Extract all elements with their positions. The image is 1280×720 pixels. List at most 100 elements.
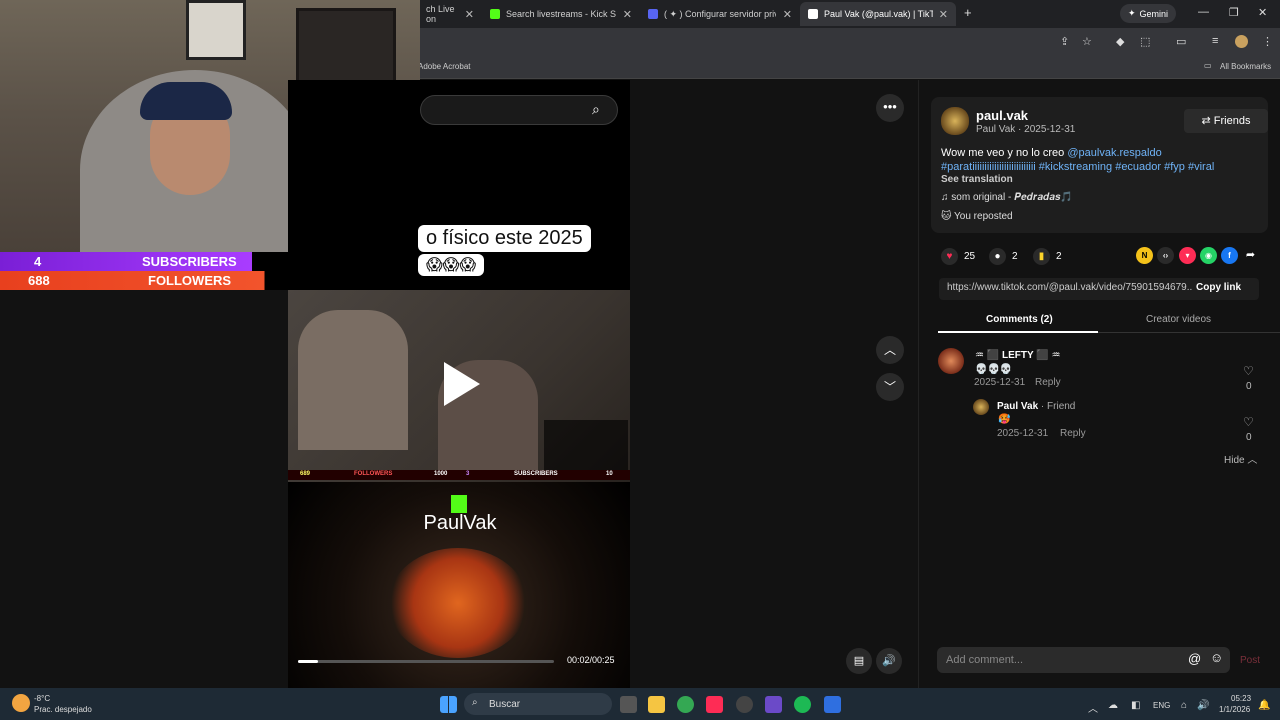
speaker-icon[interactable]: 🔊: [1197, 700, 1209, 711]
tab-creator-videos[interactable]: Creator videos: [1146, 314, 1211, 325]
file-explorer-icon[interactable]: [648, 696, 665, 713]
send-icon[interactable]: ▾: [1179, 247, 1196, 264]
clip-subs-count: 3: [466, 471, 470, 477]
volume-icon[interactable]: 🔊: [876, 648, 902, 674]
tab-tiktok-live[interactable]: ch Live on ✕: [418, 2, 482, 26]
network-icon[interactable]: ⌂: [1181, 700, 1187, 711]
weather-icon[interactable]: [12, 694, 30, 712]
author-avatar[interactable]: [941, 107, 969, 135]
clock-time[interactable]: 05:23: [1231, 694, 1251, 703]
chrome-icon[interactable]: [677, 696, 694, 713]
bookmark-adobe[interactable]: Adobe Acrobat: [418, 62, 470, 71]
task-view-icon[interactable]: [620, 696, 637, 713]
followers-count: 688: [28, 273, 50, 288]
cast-icon[interactable]: ▭: [1176, 35, 1186, 48]
reply-avatar[interactable]: [973, 399, 989, 415]
reply-button[interactable]: Reply: [1035, 377, 1061, 388]
install-app-icon[interactable]: ⇪: [1060, 35, 1069, 48]
tiktok-app-icon[interactable]: [706, 696, 723, 713]
close-icon[interactable]: ✕: [777, 8, 792, 21]
reading-list-icon[interactable]: ≡: [1212, 35, 1218, 47]
share-arrow-icon[interactable]: ➦: [1242, 247, 1259, 264]
search-input[interactable]: [420, 95, 618, 125]
bookmark-all[interactable]: All Bookmarks: [1220, 62, 1271, 71]
comment-input[interactable]: [946, 652, 1181, 668]
obs-icon[interactable]: [736, 696, 753, 713]
see-translation-link[interactable]: See translation: [941, 174, 1013, 185]
weather-text[interactable]: Prac. despejado: [34, 705, 92, 714]
tray-chevron-icon[interactable]: ︿: [1088, 700, 1098, 715]
mention-icon[interactable]: @: [1188, 651, 1201, 666]
subscribers-count: 4: [34, 254, 42, 269]
reply-like-count: 0: [1246, 432, 1252, 443]
prev-video-button[interactable]: ︿: [876, 336, 904, 364]
save-button[interactable]: ▮ 2: [1033, 248, 1062, 265]
notification-icon[interactable]: 🔔: [1258, 700, 1270, 711]
video-progress[interactable]: [298, 660, 554, 663]
emoji-icon[interactable]: ☺: [1210, 650, 1223, 665]
clip-subs-goal: 10: [606, 471, 613, 477]
spotify-icon[interactable]: [794, 696, 811, 713]
minimize-button[interactable]: —: [1198, 6, 1209, 18]
star-icon[interactable]: ☆: [1082, 35, 1092, 48]
reply-like-icon[interactable]: ♡: [1243, 415, 1254, 429]
wall-art: [186, 0, 246, 60]
video-time: 00:02/00:25: [567, 655, 615, 665]
comment-icon: ●: [989, 248, 1006, 265]
tab-comments[interactable]: Comments (2): [986, 314, 1053, 325]
puzzle-icon[interactable]: ⬚: [1140, 35, 1150, 48]
clock-date[interactable]: 1/1/2026: [1219, 705, 1250, 714]
search-icon[interactable]: ⌕: [592, 101, 600, 118]
hashtags[interactable]: #paratiiiiiiiiiiiiiiiiiiiiiiiiii #kickst…: [941, 161, 1214, 173]
close-icon[interactable]: ✕: [933, 8, 948, 21]
copy-link-button[interactable]: Copy link: [1196, 282, 1241, 293]
app-icon-2[interactable]: [824, 696, 841, 713]
author-username[interactable]: paul.vak: [976, 108, 1028, 123]
commenter-avatar[interactable]: [938, 348, 964, 374]
tab-kick[interactable]: Search livestreams - Kick Stream ✕: [482, 2, 640, 26]
like-button[interactable]: ♥ 25: [941, 248, 975, 265]
pip-icon[interactable]: ▤: [846, 648, 872, 674]
start-icon[interactable]: [440, 696, 457, 713]
hide-replies-button[interactable]: Hide ︿: [1224, 451, 1257, 466]
temperature[interactable]: -8°C: [34, 694, 50, 703]
menu-icon[interactable]: ⋮: [1262, 35, 1273, 48]
taskbar-search[interactable]: ⌕ Buscar: [464, 693, 612, 715]
onedrive-icon[interactable]: ☁: [1108, 700, 1118, 711]
close-icon[interactable]: ✕: [617, 8, 632, 21]
language-indicator[interactable]: ENG: [1153, 701, 1170, 710]
friends-button[interactable]: ⇄ Friends: [1184, 109, 1268, 133]
reply-author[interactable]: Paul Vak: [997, 401, 1038, 412]
comment-author[interactable]: ♒ ⬛ LEFTY ⬛ ♒: [975, 350, 1060, 361]
facebook-icon[interactable]: f: [1221, 247, 1238, 264]
comment-button[interactable]: ● 2: [989, 248, 1018, 265]
video-caption: o físico este 2025: [418, 225, 591, 252]
comment-like-icon[interactable]: ♡: [1243, 364, 1254, 378]
embed-icon[interactable]: ‹›: [1157, 247, 1174, 264]
profile-avatar[interactable]: [1235, 35, 1248, 48]
close-icon[interactable]: ✕: [459, 8, 474, 21]
app-icon[interactable]: [765, 696, 782, 713]
coin-share-icon[interactable]: N: [1136, 247, 1153, 264]
extension-icon[interactable]: ◆: [1116, 35, 1124, 48]
tab-discord[interactable]: ( ✦ ) Configurar servidor privad ✕: [640, 2, 800, 26]
maximize-button[interactable]: ❐: [1229, 6, 1239, 19]
security-icon[interactable]: ◧: [1131, 700, 1140, 711]
tab-tiktok-profile[interactable]: Paul Vak (@paul.vak) | TikTok ✕: [800, 2, 956, 26]
post-comment-button[interactable]: Post: [1240, 655, 1260, 666]
kick-icon: [490, 9, 500, 19]
author-subtitle: Paul Vak · 2025-12-31: [976, 124, 1076, 135]
comment-like-count: 0: [1246, 381, 1252, 392]
comment-count: 2: [1012, 251, 1018, 262]
reply-button[interactable]: Reply: [1060, 428, 1086, 439]
window-close-button[interactable]: ✕: [1258, 6, 1267, 19]
next-video-button[interactable]: ﹀: [876, 373, 904, 401]
whatsapp-icon[interactable]: ◉: [1200, 247, 1217, 264]
gemini-button[interactable]: ✦ Gemini: [1120, 4, 1177, 23]
music-row[interactable]: ♫ som original - 𝑷𝒆𝒅𝒓𝒂𝒅𝒂𝒔🎵: [941, 192, 1073, 203]
new-tab-button[interactable]: +: [964, 5, 972, 20]
mention-link[interactable]: @paulvak.respaldo: [1067, 147, 1161, 159]
more-options-button[interactable]: •••: [876, 94, 904, 122]
video-link[interactable]: https://www.tiktok.com/@paul.vak/video/7…: [947, 282, 1193, 293]
play-icon[interactable]: [444, 362, 480, 406]
